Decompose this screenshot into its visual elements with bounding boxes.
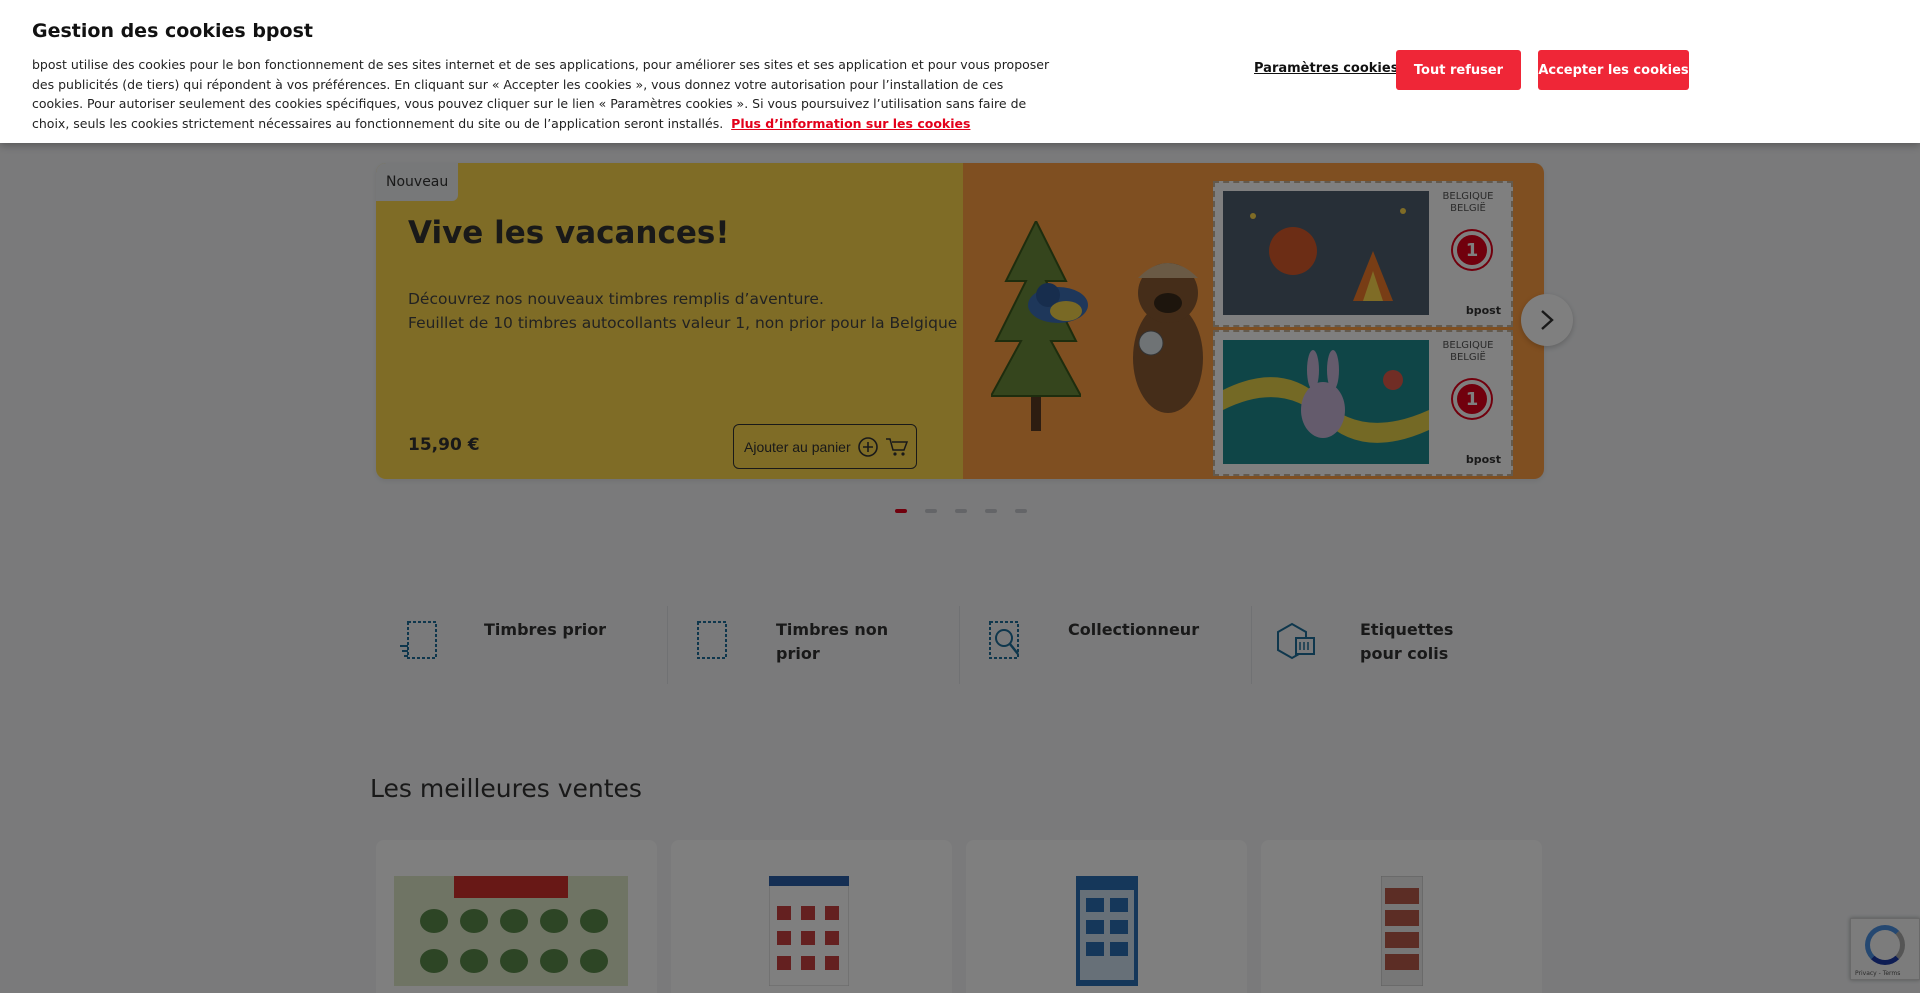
cookie-banner-title: Gestion des cookies bpost bbox=[32, 20, 313, 42]
cookie-more-info-link[interactable]: Plus d’information sur les cookies bbox=[731, 116, 970, 131]
cookie-banner-text: bpost utilise des cookies pour le bon fo… bbox=[32, 55, 1052, 133]
cookie-consent-banner: Gestion des cookies bpost bpost utilise … bbox=[0, 0, 1920, 143]
refuse-all-button[interactable]: Tout refuser bbox=[1396, 50, 1521, 90]
accept-cookies-button[interactable]: Accepter les cookies bbox=[1538, 50, 1689, 90]
cookie-settings-link[interactable]: Paramètres cookies bbox=[1254, 61, 1398, 76]
modal-backdrop bbox=[0, 0, 1920, 993]
